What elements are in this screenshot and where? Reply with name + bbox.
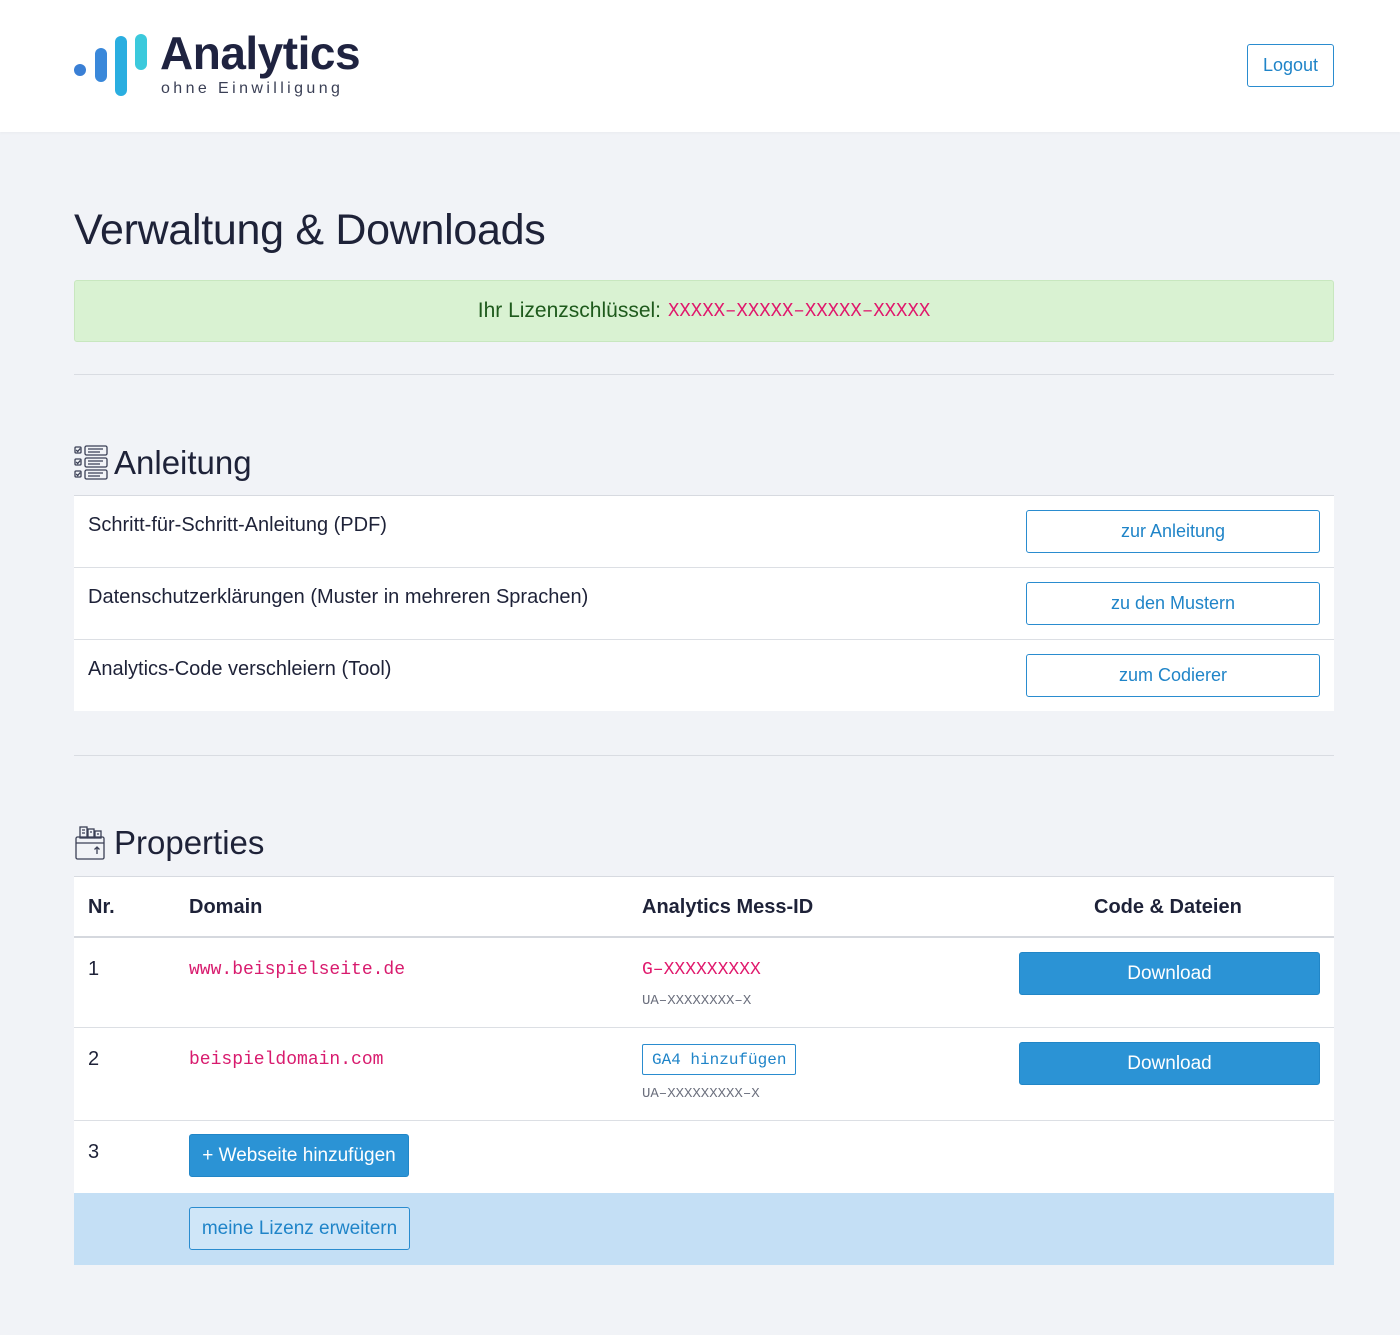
analytics-logo-icon <box>74 34 152 96</box>
checklist-icon <box>74 445 108 480</box>
top-header: Analytics ohne Einwilligung Logout <box>0 0 1400 132</box>
license-banner: Ihr Lizenzschlüssel: XXXXX–XXXXX–XXXXX–X… <box>74 280 1334 342</box>
logo-subtitle: ohne Einwilligung <box>161 80 344 97</box>
domain-value: beispieldomain.com <box>189 1050 384 1070</box>
col-code-files: Code & Dateien <box>1094 896 1242 918</box>
guide-row-label: Schritt-für-Schritt-Anleitung (PDF) <box>88 514 387 536</box>
row-number: 1 <box>88 958 100 980</box>
row-number: 3 <box>88 1141 100 1163</box>
guide-heading: Anleitung <box>114 444 252 481</box>
table-row-add: 3 + Webseite hinzufügen <box>74 1121 1334 1193</box>
divider <box>74 755 1334 756</box>
table-header: Nr. Domain Analytics Mess-ID Code & Date… <box>74 877 1334 938</box>
download-button[interactable]: Download <box>1019 1042 1320 1085</box>
add-ga4-button[interactable]: GA4 hinzufügen <box>642 1044 797 1075</box>
divider <box>74 374 1334 375</box>
archive-box-icon <box>75 826 105 860</box>
app-logo[interactable]: Analytics ohne Einwilligung <box>74 27 374 100</box>
logo-title: Analytics <box>160 27 361 79</box>
open-templates-button[interactable]: zu den Mustern <box>1026 582 1320 625</box>
add-website-button[interactable]: + Webseite hinzufügen <box>189 1134 409 1177</box>
page-title: Verwaltung & Downloads <box>74 206 546 254</box>
col-measurement-id: Analytics Mess-ID <box>642 896 814 918</box>
table-row: 2 beispieldomain.com GA4 hinzufügen UA–X… <box>74 1028 1334 1121</box>
measurement-id: G–XXXXXXXXX <box>642 960 761 980</box>
guide-row-encoder: Analytics-Code verschleiern (Tool) zum C… <box>74 640 1334 711</box>
domain-value: www.beispielseite.de <box>189 960 406 980</box>
guide-row-pdf: Schritt-für-Schritt-Anleitung (PDF) zur … <box>74 496 1334 568</box>
col-nr: Nr. <box>88 896 115 918</box>
license-key: XXXXX–XXXXX–XXXXX–XXXXX <box>668 300 931 322</box>
extend-license-button[interactable]: meine Lizenz erweitern <box>189 1207 410 1250</box>
table-row: 1 www.beispielseite.de G–XXXXXXXXX UA–XX… <box>74 938 1334 1028</box>
properties-section-title: Properties <box>74 824 264 862</box>
download-button[interactable]: Download <box>1019 952 1320 995</box>
license-label: Ihr Lizenzschlüssel: <box>477 299 661 322</box>
guide-list: Schritt-für-Schritt-Anleitung (PDF) zur … <box>74 495 1334 711</box>
properties-heading: Properties <box>114 824 265 861</box>
logout-button[interactable]: Logout <box>1247 44 1334 87</box>
table-footer-row: meine Lizenz erweitern <box>74 1193 1334 1265</box>
guide-section-title: Anleitung <box>74 444 252 482</box>
guide-row-label: Datenschutzerklärungen (Muster in mehrer… <box>88 586 589 608</box>
ua-id: UA–XXXXXXXXX–X <box>642 1086 760 1102</box>
properties-table: Nr. Domain Analytics Mess-ID Code & Date… <box>74 876 1334 1265</box>
ua-id: UA–XXXXXXXX–X <box>642 993 752 1009</box>
col-domain: Domain <box>189 896 263 918</box>
row-number: 2 <box>88 1048 100 1070</box>
open-encoder-button[interactable]: zum Codierer <box>1026 654 1320 697</box>
guide-row-privacy: Datenschutzerklärungen (Muster in mehrer… <box>74 568 1334 640</box>
open-guide-button[interactable]: zur Anleitung <box>1026 510 1320 553</box>
guide-row-label: Analytics-Code verschleiern (Tool) <box>88 658 392 680</box>
